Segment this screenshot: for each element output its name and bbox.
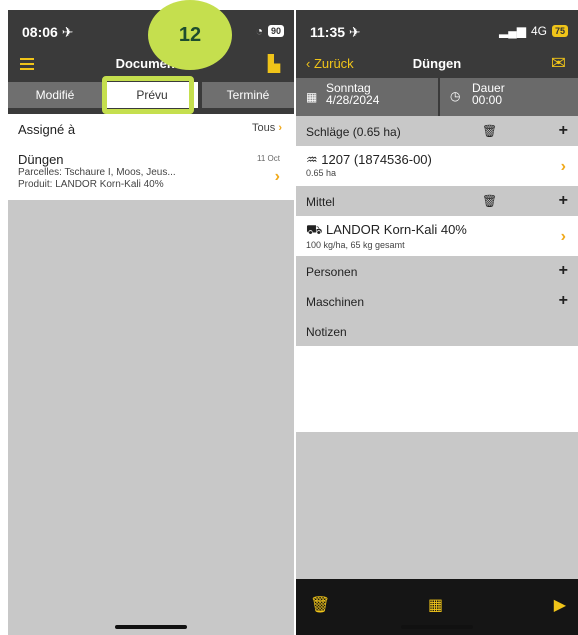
assigned-filter-row[interactable]: Assigné à Tous › xyxy=(8,114,294,144)
section-label: Mittel xyxy=(306,195,335,209)
clock-icon: ◷ xyxy=(450,89,461,103)
tab-termine[interactable]: Terminé xyxy=(202,82,294,108)
fertilizer-icon: ⛟ xyxy=(306,222,323,237)
section-label: Notizen xyxy=(306,325,347,339)
section-maschinen: Maschinen + xyxy=(296,286,578,316)
list-item[interactable]: ♒ 1207 (1874536-00) 0.65 ha › xyxy=(296,146,578,186)
assigned-label: Assigné à xyxy=(18,122,76,137)
status-icons: ▂▄▆ 4G 75 xyxy=(499,24,568,38)
section-schlaege: Schläge (0.65 ha) 🗑 + xyxy=(296,116,578,146)
section-label: Maschinen xyxy=(306,295,365,309)
tab-highlight-annotation xyxy=(102,76,194,114)
item-parcels: Parcelles: Tschaure I, Moos, Jeus... xyxy=(18,167,176,178)
document-list: Assigné à Tous › Düngen Parcelles: Tscha… xyxy=(8,114,294,200)
section-personen: Personen + xyxy=(296,256,578,286)
trash-icon[interactable]: 🗑 xyxy=(310,595,330,615)
field-item-area: 0.65 ha xyxy=(306,168,337,178)
tab-modifie[interactable]: Modifié xyxy=(8,82,102,108)
nav-bar: ‹ Zurück Düngen ✉ xyxy=(296,50,578,78)
section-label: Personen xyxy=(306,265,358,279)
step-badge: 12 xyxy=(148,0,232,70)
item-product: Produit: LANDOR Korn-Kali 40% xyxy=(18,179,164,190)
battery-icon: 90 xyxy=(267,25,284,37)
play-icon[interactable]: ▶ xyxy=(554,595,566,615)
calendar-icon: ▦ xyxy=(306,90,318,104)
product-item-title: ⛟ LANDOR Korn-Kali 40% xyxy=(306,222,467,237)
status-bar: 11:35 ✈ ▂▄▆ 4G 75 xyxy=(296,10,578,50)
field-item-title: ♒ 1207 (1874536-00) xyxy=(306,152,432,167)
add-icon[interactable]: + xyxy=(559,122,568,140)
calculator-icon[interactable]: ▦ xyxy=(428,595,443,615)
date-duration-bar: ▦ Sonntag 4/28/2024 ◷ Dauer 00:00 xyxy=(296,78,578,116)
nav-bar: Documents ▙ xyxy=(8,50,294,78)
add-icon[interactable]: + xyxy=(559,292,568,310)
chevron-right-icon: › xyxy=(560,228,566,245)
list-item[interactable]: Düngen Parcelles: Tschaure I, Moos, Jeus… xyxy=(8,144,294,200)
add-icon[interactable]: + xyxy=(559,192,568,210)
item-date: 11 Oct xyxy=(257,154,280,163)
chevron-right-icon: › xyxy=(278,122,282,134)
status-time: 11:35 ✈ xyxy=(310,24,361,40)
new-document-icon[interactable]: ▙ xyxy=(268,54,280,74)
divider xyxy=(438,78,440,116)
send-mail-icon[interactable]: ✉ xyxy=(551,53,566,74)
section-mittel: Mittel 🗑 + xyxy=(296,186,578,216)
chevron-right-icon: › xyxy=(274,168,280,185)
date-field[interactable]: Sonntag 4/28/2024 xyxy=(326,82,379,106)
product-item-amount: 100 kg/ha, 65 kg gesamt xyxy=(306,240,405,250)
bottom-toolbar: 🗑 ▦ ▶ xyxy=(296,579,578,635)
chevron-right-icon: › xyxy=(560,158,566,175)
home-indicator xyxy=(115,625,187,629)
page-title: Documents xyxy=(115,56,187,71)
status-icons: ◔ 90 xyxy=(256,24,284,38)
signal-icon: ▂▄▆ xyxy=(499,24,526,38)
status-time: 08:06 ✈ xyxy=(22,24,74,40)
right-phone-screen: 11:35 ✈ ▂▄▆ 4G 75 ‹ Zurück Düngen ✉ ▦ So… xyxy=(296,10,578,635)
network-type: 4G xyxy=(530,24,547,38)
notes-field[interactable] xyxy=(296,346,578,432)
section-label: Schläge (0.65 ha) xyxy=(306,125,401,139)
page-title: Düngen xyxy=(412,56,462,71)
trash-icon[interactable]: 🗑 xyxy=(482,124,497,138)
home-indicator xyxy=(401,625,473,629)
battery-icon: 75 xyxy=(551,25,568,37)
trash-icon[interactable]: 🗑 xyxy=(482,194,497,208)
field-icon: ♒ xyxy=(306,152,318,167)
wifi-icon: ◔ xyxy=(255,24,263,38)
list-item[interactable]: ⛟ LANDOR Korn-Kali 40% 100 kg/ha, 65 kg … xyxy=(296,216,578,256)
item-title: Düngen xyxy=(18,152,64,167)
assigned-value: Tous › xyxy=(252,122,282,134)
add-icon[interactable]: + xyxy=(559,262,568,280)
duration-field[interactable]: Dauer 00:00 xyxy=(472,82,505,106)
section-notizen: Notizen xyxy=(296,316,578,346)
